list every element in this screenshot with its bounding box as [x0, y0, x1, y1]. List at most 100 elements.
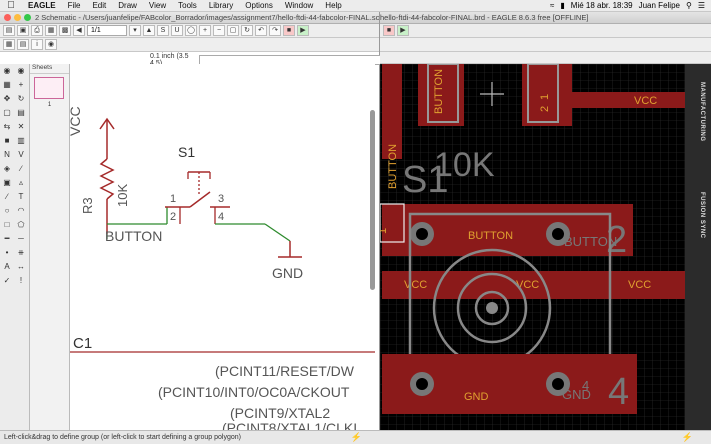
arc-tool-icon[interactable]: ◠	[15, 205, 27, 217]
cam-icon[interactable]: ▦	[45, 25, 57, 36]
grid-icon[interactable]: ▦	[3, 39, 15, 50]
board-icon[interactable]: ▩	[59, 25, 71, 36]
lightning-icon[interactable]: ⚡	[351, 431, 362, 444]
wire-tool-icon[interactable]: ∕	[1, 191, 13, 203]
split-tool-icon[interactable]: ∕	[15, 163, 27, 175]
sheet-down-icon[interactable]: ▾	[129, 25, 141, 36]
sheet-select[interactable]: 1/1	[87, 25, 127, 36]
script-icon[interactable]: S	[157, 25, 169, 36]
bus-tool-icon[interactable]: ━	[1, 233, 13, 245]
schematic-scrollbar[interactable]	[370, 110, 375, 290]
save-icon[interactable]: ▣	[17, 25, 29, 36]
status-text: Left-click&drag to define group (or left…	[4, 434, 241, 441]
menu-help[interactable]: Help	[319, 1, 347, 10]
erc-tool-icon[interactable]: ✓	[1, 275, 13, 287]
menu-list-icon[interactable]: ☰	[698, 1, 705, 10]
gate-tool-icon[interactable]: ▵	[15, 177, 27, 189]
display-tool-icon[interactable]: ▦	[1, 79, 13, 91]
redraw-icon[interactable]: ↻	[241, 25, 253, 36]
c1-label: C1	[73, 335, 92, 352]
battery-icon[interactable]: ▮	[560, 1, 564, 10]
zoom-out-icon[interactable]: −	[213, 25, 225, 36]
run-icon[interactable]: ▲	[143, 25, 155, 36]
mirror-tool-icon[interactable]: ⇆	[1, 121, 13, 133]
sheets-panel: Sheets 1	[30, 64, 70, 444]
fusion-sync-tab[interactable]: FUSION SYNC	[691, 192, 705, 239]
menu-draw[interactable]: Draw	[112, 1, 143, 10]
redo-icon[interactable]: ↷	[269, 25, 281, 36]
circle-tool-icon[interactable]: ○	[1, 205, 13, 217]
text-tool-icon[interactable]: T	[15, 191, 27, 203]
ulp-icon[interactable]: U	[171, 25, 183, 36]
schematic-canvas[interactable]: VCC R3 10K BUTTON S1 1 2 3 4 GND C1 (PCI…	[70, 64, 375, 434]
open-icon[interactable]: ▤	[3, 25, 15, 36]
name-tool-icon[interactable]: N	[1, 149, 13, 161]
add-tool-icon[interactable]: ■	[1, 135, 13, 147]
mark-tool-icon[interactable]: +	[15, 79, 27, 91]
copy-tool-icon[interactable]: ▤	[15, 107, 27, 119]
schematic-titlebar: 2 Schematic - /Users/juanfelipe/FABcolor…	[0, 12, 379, 24]
rect-tool-icon[interactable]: □	[1, 219, 13, 231]
info-icon[interactable]: i	[31, 39, 43, 50]
zoom-icon[interactable]	[24, 14, 31, 21]
menu-window[interactable]: Window	[279, 1, 319, 10]
clock[interactable]: Mié 18 abr. 18:39	[571, 1, 633, 10]
show-icon[interactable]: ◉	[45, 39, 57, 50]
board-n1top: 1	[539, 94, 551, 100]
menu-options[interactable]: Options	[239, 1, 279, 10]
undo-icon[interactable]: ↶	[255, 25, 267, 36]
attribute-tool-icon[interactable]: A	[1, 261, 13, 273]
manufacturing-tab[interactable]: MANUFACTURING	[691, 82, 705, 142]
label-tool-icon[interactable]: ⧺	[15, 247, 27, 259]
menu-edit[interactable]: Edit	[86, 1, 112, 10]
zoom-fit-icon[interactable]: ◯	[185, 25, 197, 36]
print-icon[interactable]: ⎙	[31, 25, 43, 36]
go-icon[interactable]: ▶	[297, 25, 309, 36]
user-name[interactable]: Juan Felipe	[639, 1, 680, 10]
apple-icon[interactable]: 	[0, 0, 22, 11]
layer-icon[interactable]: ▤	[17, 39, 29, 50]
zoom-select-icon[interactable]: ▢	[227, 25, 239, 36]
board-lightning-icon[interactable]: ⚡	[682, 431, 693, 444]
move-tool-icon[interactable]: ✥	[1, 93, 13, 105]
sheet-prev-icon[interactable]: ◀	[73, 25, 85, 36]
board-n4: 4	[582, 378, 589, 393]
close-icon[interactable]	[4, 14, 11, 21]
wifi-icon[interactable]: ≈	[550, 1, 554, 10]
schematic-window: 2 Schematic - /Users/juanfelipe/FABcolor…	[0, 12, 392, 444]
errors-tool-icon[interactable]: !	[15, 275, 27, 287]
menu-tools[interactable]: Tools	[172, 1, 203, 10]
menu-library[interactable]: Library	[203, 1, 239, 10]
rotate-tool-icon[interactable]: ↻	[15, 93, 27, 105]
pad-hole-1-center	[416, 228, 428, 240]
junction-tool-icon[interactable]: •	[1, 247, 13, 259]
menu-file[interactable]: File	[62, 1, 87, 10]
schematic-tool-palette: ◉ ◉ ▦ + ✥ ↻ ▢ ▤ ⇆ ✕ ■ ▥ NV ◈ ∕ ▣ ▵ ∕ T ○ ◠ □ ⬠ ━ ─ •…	[0, 64, 30, 444]
zoom-in-icon[interactable]: +	[199, 25, 211, 36]
minimize-icon[interactable]	[14, 14, 21, 21]
r3-label: R3	[80, 197, 95, 214]
board-canvas[interactable]: VCC BUTTON 2 1 S1 10K BUTTON 1 BUTTON BU…	[380, 64, 685, 432]
show-tool-icon[interactable]: ◉	[15, 65, 27, 77]
net-tool-icon[interactable]: ─	[15, 233, 27, 245]
delete-tool-icon[interactable]: ✕	[15, 121, 27, 133]
search-icon[interactable]: ⚲	[686, 1, 692, 10]
board-stop-icon[interactable]: ■	[383, 25, 395, 36]
board-toolbar-3	[380, 52, 711, 64]
menu-app[interactable]: EAGLE	[22, 1, 62, 10]
stop-icon[interactable]: ■	[283, 25, 295, 36]
invoke-tool-icon[interactable]: ▣	[1, 177, 13, 189]
board-go-icon[interactable]: ▶	[397, 25, 409, 36]
gnd-net-2	[264, 223, 291, 242]
group-tool-icon[interactable]: ▢	[1, 107, 13, 119]
smash-tool-icon[interactable]: ◈	[1, 163, 13, 175]
sheet-number: 1	[47, 102, 52, 108]
paste-tool-icon[interactable]: ▥	[15, 135, 27, 147]
board-vcc-2: VCC	[404, 279, 427, 291]
sheet-thumbnail[interactable]	[34, 77, 64, 99]
menu-view[interactable]: View	[143, 1, 172, 10]
dimension-tool-icon[interactable]: ↔	[15, 261, 27, 273]
polygon-tool-icon[interactable]: ⬠	[15, 219, 27, 231]
value-tool-icon[interactable]: V	[15, 149, 27, 161]
info-tool-icon[interactable]: ◉	[1, 65, 13, 77]
